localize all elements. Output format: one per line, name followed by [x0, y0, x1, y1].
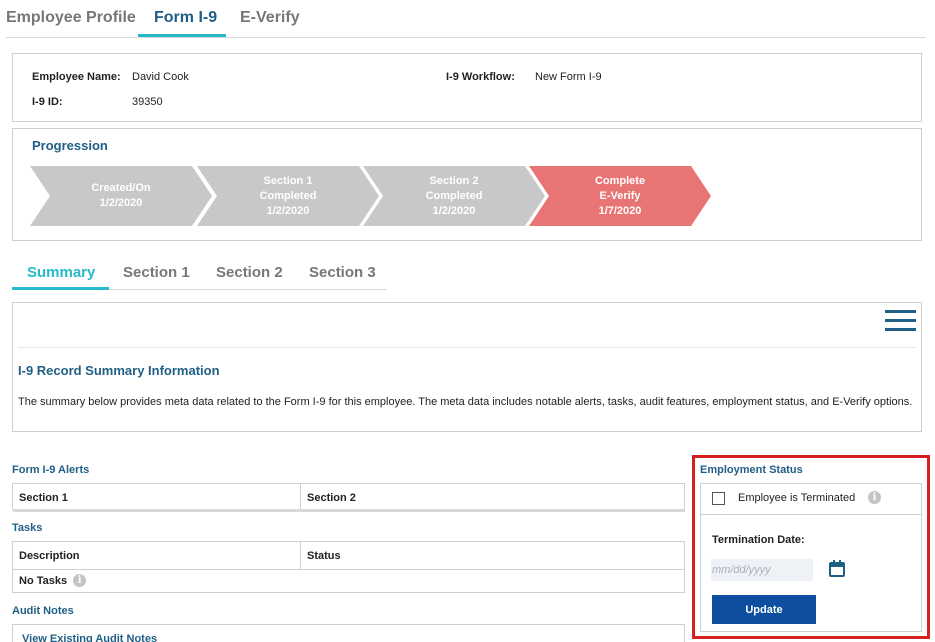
i9-id-label: I-9 ID: [32, 96, 63, 108]
progression-step-text: Created/On 1/2/2020 [91, 182, 151, 209]
progression-step-text: Complete E-Verify 1/7/2020 [594, 174, 646, 217]
tasks-col-description: Description [19, 549, 80, 562]
progression-step-1: Created/On 1/2/2020 [30, 166, 212, 226]
employee-info-panel: Employee Name: David Cook I-9 ID: 39350 … [12, 53, 922, 122]
tab-form-i9[interactable]: Form I-9 [154, 9, 217, 27]
summary-panel: I-9 Record Summary Information The summa… [12, 302, 922, 432]
alerts-table: Section 1 Section 2 [12, 483, 685, 511]
divider [18, 347, 916, 348]
progression-step-4: Complete E-Verify 1/7/2020 [529, 166, 711, 226]
top-tab-bar: Employee Profile Form I-9 E-Verify [6, 0, 926, 38]
alerts-col-section-1: Section 1 [19, 491, 68, 504]
row-divider [13, 569, 684, 570]
no-tasks-text: No Tasks [19, 574, 68, 587]
tab-summary[interactable]: Summary [27, 264, 95, 281]
tasks-col-status: Status [307, 549, 341, 562]
info-icon[interactable]: i [73, 574, 87, 587]
view-audit-notes-link[interactable]: View Existing Audit Notes [22, 633, 157, 642]
i9-workflow-label: I-9 Workflow: [446, 71, 515, 83]
i9-id-value: 39350 [132, 96, 163, 108]
table-shadow [13, 509, 685, 512]
alerts-title: Form I-9 Alerts [12, 464, 90, 476]
progression-step-text: Section 1 Completed 1/2/2020 [259, 174, 317, 217]
summary-description: The summary below provides meta data rel… [18, 396, 913, 408]
tasks-empty-row: No Tasks i [19, 574, 87, 587]
audit-notes-table: View Existing Audit Notes [12, 624, 685, 642]
employee-name-value: David Cook [132, 71, 189, 83]
tasks-title: Tasks [12, 522, 43, 534]
progression-step-2: Section 1 Completed 1/2/2020 [197, 166, 379, 226]
tasks-table: Description Status No Tasks i [12, 541, 685, 593]
tab-employee-profile[interactable]: Employee Profile [6, 9, 136, 27]
tab-section-1[interactable]: Section 1 [123, 264, 190, 281]
form-section-tab-bar: Summary Section 1 Section 2 Section 3 [12, 258, 387, 290]
i9-workflow-value: New Form I-9 [535, 71, 602, 83]
audit-notes-title: Audit Notes [12, 605, 74, 617]
highlight-frame [692, 455, 930, 639]
hamburger-menu-icon[interactable] [885, 310, 916, 333]
progression-step-text: Section 2 Completed 1/2/2020 [425, 174, 483, 217]
active-tab-indicator [138, 34, 226, 37]
progression-panel: Progression Created/On 1/2/2020 Section 1… [12, 128, 922, 241]
progression-title: Progression [32, 138, 108, 153]
tab-section-2[interactable]: Section 2 [216, 264, 283, 281]
tab-section-3[interactable]: Section 3 [309, 264, 376, 281]
tab-e-verify[interactable]: E-Verify [240, 9, 300, 27]
alerts-col-section-2: Section 2 [307, 491, 356, 504]
active-subtab-indicator [12, 287, 109, 290]
employee-name-label: Employee Name: [32, 71, 121, 83]
progression-step-3: Section 2 Completed 1/2/2020 [363, 166, 545, 226]
summary-title: I-9 Record Summary Information [18, 363, 220, 378]
